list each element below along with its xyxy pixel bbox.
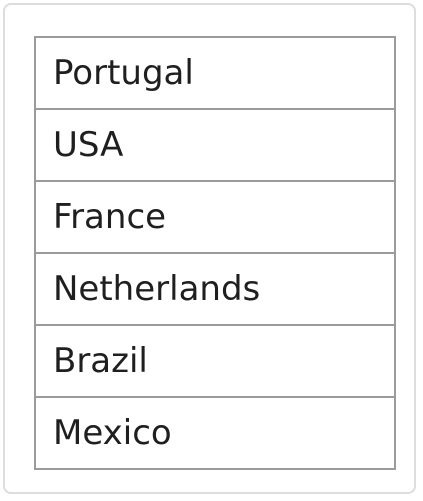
list-item-netherlands[interactable]: Netherlands: [34, 254, 396, 326]
list-item-france[interactable]: France: [34, 182, 396, 254]
list-item-usa[interactable]: USA: [34, 110, 396, 182]
country-list: Portugal USA France Netherlands Brazil M…: [34, 36, 396, 470]
list-item-mexico[interactable]: Mexico: [34, 398, 396, 470]
list-item-portugal[interactable]: Portugal: [34, 38, 396, 110]
list-panel: Portugal USA France Netherlands Brazil M…: [3, 3, 416, 494]
list-item-brazil[interactable]: Brazil: [34, 326, 396, 398]
